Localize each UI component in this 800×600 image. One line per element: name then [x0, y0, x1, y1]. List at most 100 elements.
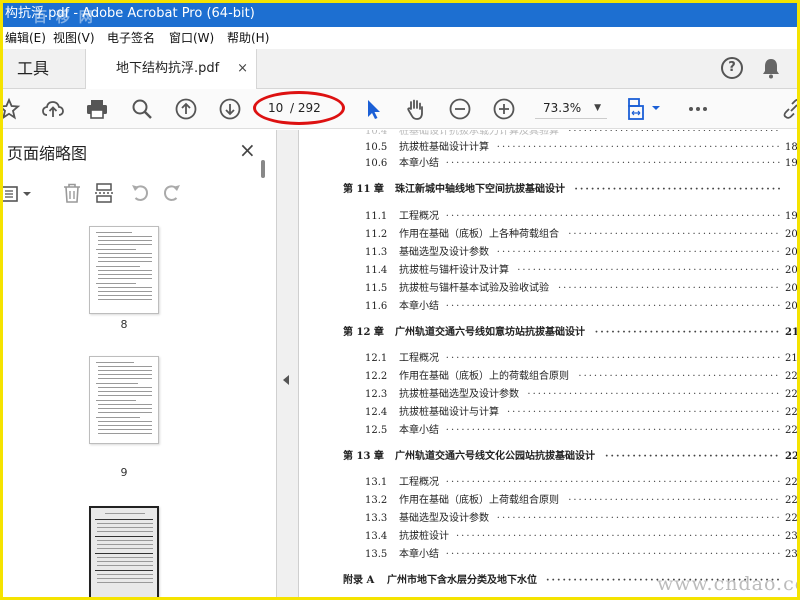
document-view[interactable]: 10.4 桩基础设计抗拔承载力计算及其验算 ····················…	[299, 130, 799, 597]
dot-leader: ········································…	[568, 229, 781, 240]
toc-entry: 13.2 作用在基础（底板）上荷载组合原则 ····················…	[299, 493, 797, 509]
toc-number: 12.4	[365, 407, 388, 418]
dot-leader: ········································…	[496, 247, 781, 258]
menu-bar: 编辑(E) 视图(V) 电子签名 窗口(W) 帮助(H)	[3, 27, 797, 49]
toc-page-number: 194	[785, 211, 798, 222]
toc-title: 珠江新城中轴线地下空间抗拔基础设计	[395, 184, 565, 195]
menu-view[interactable]: 视图(V)	[53, 27, 95, 49]
page-thumbnail-selected[interactable]	[89, 506, 159, 597]
toc-entry: 12.2 作用在基础（底板）上的荷载组合原则 ···················…	[299, 369, 797, 385]
toc-number: 12.1	[365, 353, 388, 364]
toc-number: 11.4	[365, 265, 388, 276]
toc-entry: 10.4 桩基础设计抗拔承载力计算及其验算 ····················…	[299, 130, 797, 140]
star-icon[interactable]	[0, 97, 21, 121]
menu-help[interactable]: 帮助(H)	[227, 27, 269, 49]
toc-page-number: 22	[785, 407, 798, 418]
toc-title: 抗拔桩与锚杆设计及计算	[399, 265, 509, 276]
close-tab-icon[interactable]: ×	[237, 49, 248, 89]
toc-title: 作用在基础（底板）上的荷载组合原则	[399, 371, 569, 382]
toc-number: 13.5	[365, 549, 388, 560]
page-fit-icon[interactable]	[627, 97, 661, 121]
thumbnail-options-icon[interactable]	[0, 184, 37, 204]
toc-title: 抗拔桩基础设计计算	[399, 142, 489, 153]
toc-number: 11.5	[365, 283, 388, 294]
dot-leader: ········································…	[517, 265, 781, 276]
toc-title: 抗拔桩基础设计与计算	[399, 407, 499, 418]
dot-leader: ········································…	[445, 353, 781, 364]
page-thumbnail[interactable]	[89, 226, 159, 314]
toc-page-number: 22	[785, 451, 799, 462]
toc-chapter: 第 12 章广州轨道交通六号线如意坊站抗拔基础设计 ···············…	[299, 325, 799, 341]
link-icon[interactable]	[781, 97, 800, 121]
select-cursor-icon[interactable]	[361, 97, 385, 121]
print-icon[interactable]	[85, 97, 109, 121]
zoom-search-icon[interactable]	[130, 97, 154, 121]
bell-icon[interactable]	[761, 57, 781, 79]
previous-page-icon[interactable]	[174, 97, 198, 121]
toc-entry: 12.5 本章小结 ································…	[299, 423, 798, 439]
toc-page-number: 22	[785, 513, 798, 524]
toc-number: 12.2	[365, 371, 388, 382]
toc-number: 13.3	[365, 513, 388, 524]
dot-leader: ········································…	[445, 158, 781, 169]
dot-leader: ········································…	[445, 477, 781, 488]
toc-number: 附录 A	[343, 575, 375, 586]
dot-leader: ········································…	[496, 513, 781, 524]
menu-esign[interactable]: 电子签名	[107, 27, 155, 49]
chevron-down-icon: ▼	[594, 103, 601, 113]
dot-leader: ········································…	[445, 549, 781, 560]
toc-number: 11.2	[365, 229, 388, 240]
toc-page-number: 192	[785, 158, 798, 169]
dot-leader: ········································…	[527, 389, 781, 400]
highlight-oval	[253, 91, 345, 125]
watermark-logo: 百 移 网	[33, 10, 95, 26]
toc-entry: 11.5 抗拔桩与锚杆基本试验及验收试验 ·····················…	[299, 281, 798, 297]
zoom-out-icon[interactable]	[448, 97, 472, 121]
menu-edit[interactable]: 编辑(E)	[5, 27, 46, 49]
rotate-right-icon[interactable]	[161, 182, 183, 204]
cloud-upload-icon[interactable]	[41, 97, 65, 121]
zoom-in-icon[interactable]	[492, 97, 516, 121]
toc-title: 广州轨道交通六号线如意坊站抗拔基础设计	[395, 327, 585, 338]
toc-number: 12.3	[365, 389, 388, 400]
delete-icon[interactable]	[61, 182, 83, 204]
toc-title: 抗拔桩与锚杆基本试验及验收试验	[399, 283, 549, 294]
thumbnail-label: 8	[120, 318, 128, 331]
extract-pages-icon[interactable]	[93, 182, 115, 204]
dot-leader: ········································…	[445, 301, 781, 312]
toc-title: 桩基础设计抗拔承载力计算及其验算	[399, 130, 559, 137]
panel-title: 页面缩略图	[7, 144, 88, 163]
close-icon[interactable]: ×	[239, 138, 256, 162]
toc-number: 12.5	[365, 425, 388, 436]
zoom-dropdown[interactable]: 73.3% ▼	[535, 97, 607, 119]
panel-splitter[interactable]	[277, 130, 299, 597]
help-icon[interactable]: ?	[721, 57, 743, 79]
tab-tools[interactable]: 工具	[3, 49, 85, 89]
toc-page-number: 21	[785, 327, 799, 338]
menu-window[interactable]: 窗口(W)	[169, 27, 214, 49]
next-page-icon[interactable]	[218, 97, 242, 121]
dot-leader: ········································…	[445, 211, 781, 222]
toc-title: 作用在基础（底板）上荷载组合原则	[399, 495, 559, 506]
toc-page-number: 20	[785, 283, 798, 294]
toc-title: 工程概况	[399, 477, 439, 488]
scrollbar-thumb[interactable]	[261, 160, 265, 178]
rotate-left-icon[interactable]	[129, 182, 151, 204]
toc-title: 基础选型及设计参数	[399, 247, 489, 258]
hand-tool-icon[interactable]	[404, 97, 428, 121]
toc-page-number: 22	[785, 425, 798, 436]
collapse-arrow-icon[interactable]	[283, 375, 289, 385]
page-thumbnail[interactable]	[89, 356, 159, 444]
toc-page-number: 23	[785, 531, 798, 542]
toc-entry: 13.5 本章小结 ································…	[299, 547, 797, 563]
toc-page-number: 22	[785, 477, 798, 488]
toc-number: 13.4	[365, 531, 388, 542]
dot-leader: ········································…	[568, 130, 781, 137]
toc-number: 11.1	[365, 211, 388, 222]
tab-document[interactable]: 地下结构抗浮.pdf ×	[85, 49, 257, 89]
toc-page-number: 22	[785, 389, 798, 400]
toc-title: 本章小结	[399, 301, 439, 312]
dot-leader: ········································…	[496, 142, 781, 153]
more-options-icon[interactable]	[686, 97, 710, 121]
toc-number: 第 13 章	[343, 451, 384, 462]
